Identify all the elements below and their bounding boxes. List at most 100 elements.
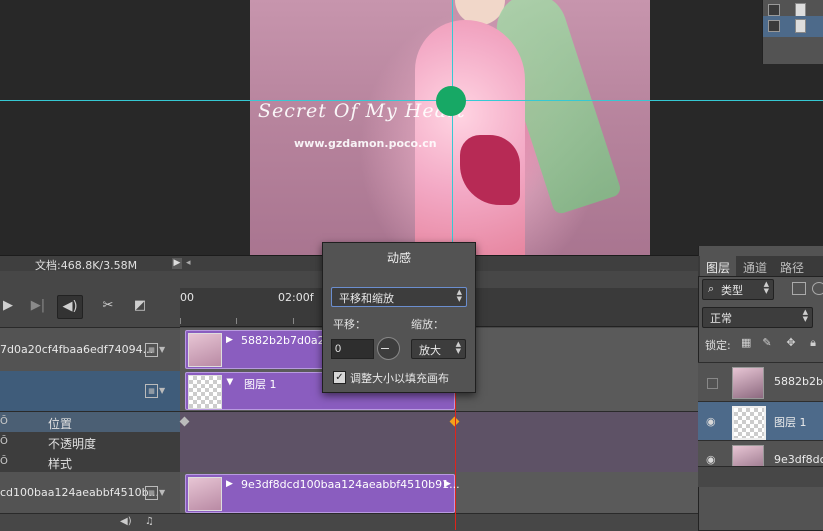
motion-popup-title: 动感 bbox=[386, 251, 411, 265]
pan-angle-dial[interactable] bbox=[377, 337, 400, 360]
layer-name[interactable]: 9e3df8dc bbox=[774, 453, 823, 466]
layer-row[interactable]: 5882b2b7 bbox=[698, 362, 823, 402]
motion-preset-select[interactable]: 平移和缩放 ▲ ▼ bbox=[331, 287, 467, 307]
tab-channels[interactable]: 通道 bbox=[743, 259, 767, 276]
lock-move-icon[interactable]: ✥ bbox=[786, 337, 796, 348]
kind-value: 类型 bbox=[721, 284, 743, 297]
layer-thumbnail bbox=[732, 445, 764, 467]
pan-angle-input[interactable] bbox=[331, 339, 374, 359]
video-clip[interactable]: ▶ 9e3df8dcd100baa124aeabbf4510b91... ▶ bbox=[185, 474, 460, 513]
tab-paths[interactable]: 路径 bbox=[780, 259, 804, 276]
lock-all-icon[interactable]: 🔒︎ bbox=[808, 337, 818, 348]
scroll-left-icon[interactable]: ◂ bbox=[186, 258, 191, 268]
eye-icon[interactable]: ◉ bbox=[706, 453, 716, 466]
clip-thumbnail bbox=[188, 333, 222, 367]
track-header[interactable]: 7d0a20cf4fbaa6edf74094... ▦ ▼ bbox=[0, 328, 180, 372]
watermark-url: www.gzdamon.poco.cn bbox=[294, 137, 437, 150]
zoom-value: 放大 bbox=[419, 344, 441, 357]
stopwatch-icon[interactable]: Ō bbox=[0, 456, 8, 467]
updown-arrows-icon: ▲ ▼ bbox=[763, 280, 769, 295]
clip-thumbnail bbox=[188, 375, 222, 409]
ruler-tick bbox=[180, 318, 181, 324]
zoom-label: 缩放： bbox=[411, 318, 444, 331]
chevron-down-icon[interactable]: ▼ bbox=[159, 345, 165, 354]
film-icon[interactable]: ▦ bbox=[145, 486, 158, 500]
blend-mode-select[interactable]: 正常 ▲ ▼ bbox=[702, 307, 813, 328]
lock-brush-icon[interactable]: ✎ bbox=[762, 337, 772, 348]
timeline-toolbar: ▶ ▶| ◀) ✂ ◩ bbox=[0, 285, 180, 328]
expand-triangle-icon[interactable]: ▶ bbox=[226, 479, 233, 489]
audio-icon[interactable]: ◀) bbox=[57, 295, 83, 319]
document-icon bbox=[795, 19, 806, 33]
adjustment-filter-icon[interactable] bbox=[812, 282, 823, 295]
ruler-mark-label: 02:00f bbox=[278, 291, 314, 304]
property-label: 位置 bbox=[48, 417, 73, 431]
clip-name: 5882b2b7d0a20 bbox=[241, 334, 332, 347]
property-row-style[interactable]: Ō 样式 bbox=[0, 452, 180, 473]
mini-layer-row[interactable] bbox=[763, 16, 823, 37]
layers-panel-footer bbox=[698, 466, 823, 487]
ruler-tick bbox=[293, 318, 294, 324]
motion-popup: 动感 平移和缩放 ▲▼ 平移： 缩放： 放大 ▲▼ ✓ 调整大小以填充画布 bbox=[322, 242, 476, 393]
canvas-photo[interactable]: Secret Of My Heart www.gzdamon.poco.cn bbox=[250, 0, 650, 255]
status-menu-arrow-icon[interactable]: ▶ bbox=[172, 258, 182, 269]
pan-label: 平移： bbox=[333, 318, 366, 331]
property-lane-opacity[interactable] bbox=[180, 432, 698, 453]
image-filter-icon[interactable] bbox=[792, 282, 806, 295]
layer-row[interactable]: ◉ 9e3df8dc bbox=[698, 440, 823, 467]
track-name: 7d0a20cf4fbaa6edf74094... bbox=[0, 343, 154, 356]
motion-preset-value: 平移和缩放 bbox=[339, 292, 394, 305]
mini-layers-panel bbox=[762, 0, 823, 64]
property-label: 样式 bbox=[48, 457, 73, 471]
film-icon[interactable]: ▦ bbox=[145, 343, 158, 357]
updown-arrows-icon: ▲ ▼ bbox=[456, 288, 462, 303]
collapse-triangle-icon[interactable]: ▶ bbox=[224, 379, 234, 386]
motion-anchor-point[interactable] bbox=[436, 86, 466, 116]
lock-transparency-icon[interactable]: ▦ bbox=[741, 337, 751, 348]
horizontal-guide[interactable] bbox=[0, 100, 823, 101]
clip-end-arrow-icon[interactable]: ▶ bbox=[444, 479, 451, 489]
visibility-checkbox[interactable] bbox=[768, 20, 780, 32]
layer-thumbnail bbox=[732, 406, 766, 440]
visibility-checkbox[interactable] bbox=[768, 4, 780, 16]
track-header-selected[interactable]: ▦ ▼ bbox=[0, 371, 180, 412]
zoom-select[interactable]: 放大 ▲ ▼ bbox=[411, 339, 466, 359]
chevron-down-icon[interactable]: ▼ bbox=[159, 386, 165, 395]
stopwatch-icon[interactable]: Ō bbox=[0, 436, 8, 447]
chevron-down-icon[interactable]: ▼ bbox=[159, 488, 165, 497]
layer-name[interactable]: 图层 1 bbox=[774, 414, 807, 430]
layer-kind-filter-select[interactable]: ⌕ 类型 ▲ ▼ bbox=[702, 279, 774, 300]
eye-icon[interactable]: ◉ bbox=[706, 415, 716, 428]
track-header[interactable]: cd100baa124aeabbf4510b... ▦ ▼ bbox=[0, 472, 180, 514]
layer-name[interactable]: 5882b2b7 bbox=[774, 375, 823, 388]
film-icon[interactable]: ▦ bbox=[145, 384, 158, 398]
keyframe-diamond[interactable] bbox=[179, 416, 190, 427]
tab-layers[interactable]: 图层 bbox=[706, 259, 730, 276]
transition-icon[interactable]: ◩ bbox=[128, 295, 152, 317]
stopwatch-icon[interactable]: Ō bbox=[0, 416, 8, 427]
expand-triangle-icon[interactable]: ▶ bbox=[226, 335, 233, 345]
layer-row-selected[interactable]: ◉ 图层 1 bbox=[698, 401, 823, 441]
updown-arrows-icon: ▲ ▼ bbox=[455, 340, 461, 355]
property-row-position[interactable]: Ō 位置 bbox=[0, 412, 180, 433]
layers-panel-tabs: 图层 通道 路径 bbox=[698, 256, 823, 277]
audio-track-icon[interactable]: ◀) bbox=[120, 516, 132, 527]
play-icon[interactable]: ▶ bbox=[0, 295, 20, 317]
next-frame-icon[interactable]: ▶| bbox=[26, 295, 50, 317]
split-scissors-icon[interactable]: ✂ bbox=[96, 295, 120, 317]
property-lane-style[interactable] bbox=[180, 452, 698, 473]
document-icon bbox=[795, 3, 806, 17]
visibility-checkbox[interactable] bbox=[707, 378, 718, 389]
clip-name: 图层 1 bbox=[244, 378, 277, 391]
vertical-guide[interactable] bbox=[452, 0, 453, 255]
track-lane[interactable]: ▶ 9e3df8dcd100baa124aeabbf4510b91... ▶ bbox=[180, 472, 698, 514]
property-lane-position[interactable] bbox=[179, 412, 698, 433]
property-row-opacity[interactable]: Ō 不透明度 bbox=[0, 432, 180, 453]
resize-fill-checkbox[interactable]: ✓ bbox=[333, 371, 346, 384]
dial-needle bbox=[381, 348, 389, 349]
updown-arrows-icon: ▲ ▼ bbox=[802, 308, 808, 323]
music-note-icon[interactable]: ♫ bbox=[145, 516, 154, 527]
ruler-tick bbox=[236, 318, 237, 324]
ruler-start-label: 00 bbox=[180, 291, 194, 304]
clip-name: 9e3df8dcd100baa124aeabbf4510b91... bbox=[241, 478, 460, 491]
